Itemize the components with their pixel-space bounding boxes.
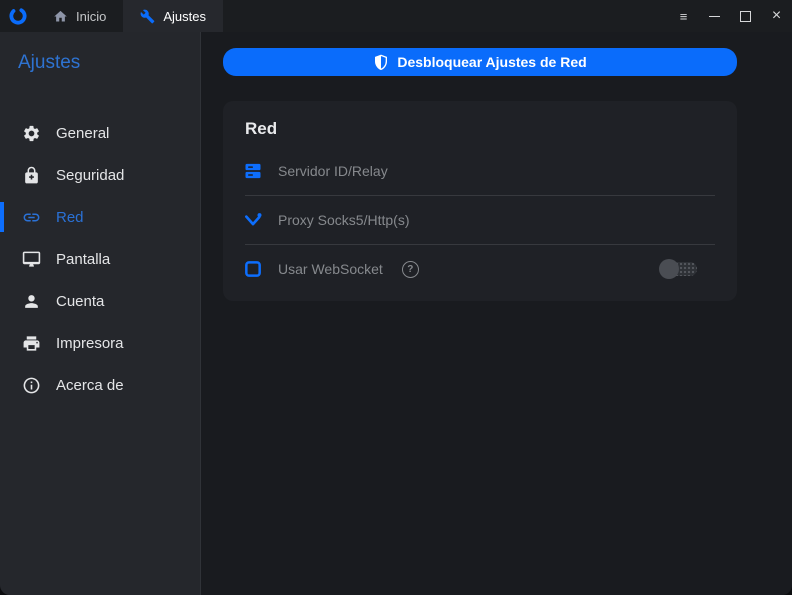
maximize-button[interactable] <box>730 0 761 32</box>
server-icon <box>243 161 263 181</box>
sidebar-item-label: General <box>56 124 110 142</box>
settings-sidebar: Ajustes General Seguridad Red Pantalla C… <box>0 32 201 595</box>
tab-label: Ajustes <box>163 8 206 24</box>
unlock-button-label: Desbloquear Ajustes de Red <box>397 54 587 70</box>
sidebar-item-label: Cuenta <box>56 292 105 310</box>
gear-icon <box>22 124 41 143</box>
tab-ajustes[interactable]: Ajustes <box>123 0 223 32</box>
tab-bar: Inicio Ajustes ≡ × <box>0 0 792 32</box>
row-proxy[interactable]: Proxy Socks5/Http(s) <box>243 196 717 244</box>
link-icon <box>22 208 41 227</box>
sidebar-item-pantalla[interactable]: Pantalla <box>0 238 200 280</box>
sidebar-item-label: Pantalla <box>56 250 111 268</box>
sidebar-item-red[interactable]: Red <box>0 196 200 238</box>
lock-icon <box>22 166 41 185</box>
tab-label: Inicio <box>76 8 107 24</box>
window-controls: ≡ × <box>668 0 792 32</box>
sidebar-item-impresora[interactable]: Impresora <box>0 322 200 364</box>
card-title: Red <box>245 119 278 138</box>
sidebar-item-cuenta[interactable]: Cuenta <box>0 280 200 322</box>
wrench-icon <box>140 9 155 24</box>
shield-icon <box>373 54 389 70</box>
sidebar-item-general[interactable]: General <box>0 112 200 154</box>
info-icon <box>22 376 41 395</box>
app-logo-icon <box>0 0 36 32</box>
unlock-network-settings-button[interactable]: Desbloquear Ajustes de Red <box>223 48 737 76</box>
minimize-icon <box>709 15 720 17</box>
home-icon <box>53 9 68 24</box>
monitor-icon <box>22 250 41 269</box>
row-websocket[interactable]: Usar WebSocket ? <box>243 245 717 293</box>
sidebar-item-label: Seguridad <box>56 166 125 184</box>
person-icon <box>22 292 41 311</box>
checkbox-icon <box>243 259 263 279</box>
toggle-knob <box>659 259 679 279</box>
network-card: Red Servidor ID/Relay Proxy Socks5/Http(… <box>223 101 737 301</box>
sidebar-item-acerca-de[interactable]: Acerca de <box>0 364 200 406</box>
sidebar-menu: General Seguridad Red Pantalla Cuenta Im… <box>0 112 200 406</box>
close-icon: × <box>771 7 782 24</box>
sidebar-item-seguridad[interactable]: Seguridad <box>0 154 200 196</box>
menu-icon: ≡ <box>679 8 688 24</box>
menu-button[interactable]: ≡ <box>668 0 699 32</box>
close-button[interactable]: × <box>761 0 792 32</box>
maximize-icon <box>740 10 751 22</box>
network-settings-panel: Desbloquear Ajustes de Red Red Servidor … <box>201 32 792 595</box>
sidebar-item-label: Red <box>56 208 84 226</box>
proxy-icon <box>243 210 263 230</box>
sidebar-title: Ajustes <box>18 52 81 73</box>
row-label: Usar WebSocket <box>278 261 383 277</box>
sidebar-item-label: Acerca de <box>56 376 124 394</box>
row-label: Proxy Socks5/Http(s) <box>278 212 410 228</box>
row-label: Servidor ID/Relay <box>278 163 388 179</box>
tab-inicio[interactable]: Inicio <box>36 0 123 32</box>
sidebar-item-label: Impresora <box>56 334 124 352</box>
printer-icon <box>22 334 41 353</box>
minimize-button[interactable] <box>699 0 730 32</box>
row-id-relay-server[interactable]: Servidor ID/Relay <box>243 147 717 195</box>
help-icon[interactable]: ? <box>401 260 419 278</box>
websocket-toggle[interactable] <box>659 259 699 279</box>
app-window: Inicio Ajustes ≡ × Ajustes General Segur… <box>0 0 792 595</box>
